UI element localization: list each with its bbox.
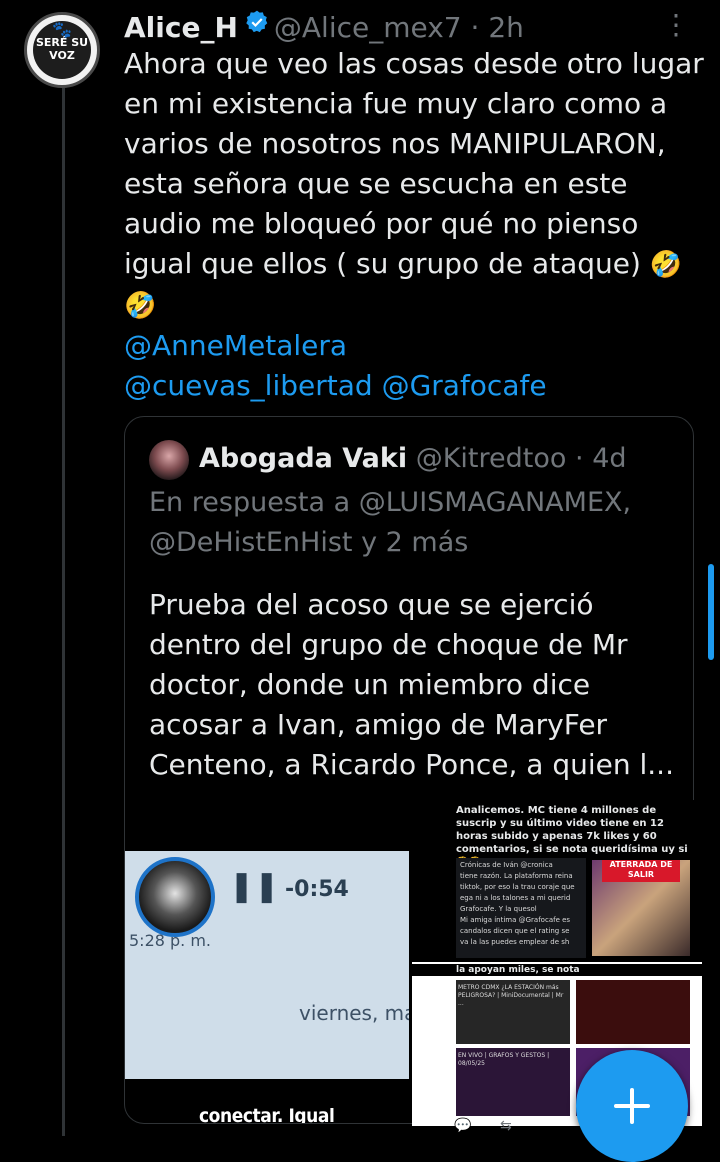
repost-icon[interactable]: ⇆ <box>500 1118 512 1134</box>
tweet-line: varios de nosotros nos MANIPULARON, <box>124 127 666 160</box>
paw-icon: 🐾 <box>52 20 72 39</box>
screenshot-card: Crónicas de Iván @cronica tiene razón. L… <box>456 858 586 958</box>
tweet-text: Ahora que veo las cosas desde otro lugar… <box>124 44 704 406</box>
screenshot-mid-text: la apoyan miles, se nota <box>412 964 702 976</box>
rolling-laughing-emoji: 🤣 <box>649 250 683 280</box>
reply-mention[interactable]: @LUISMAGANAMEX, <box>359 487 631 518</box>
message-time: 5:28 p. m. <box>129 931 212 950</box>
tweet-line: @cuevas_libertad @Grafocafe <box>124 366 704 406</box>
grid-text: METRO CDMX ¿LA ESTACIÓN más PELIGROSA? |… <box>458 984 564 1007</box>
avatar-text-1: SERÉ SU <box>35 36 89 49</box>
quote-text: Prueba del acoso que se ejerció dentro d… <box>149 585 679 785</box>
tweet-line: Ahora que veo las cosas desde otro lugar <box>124 47 704 80</box>
avatar[interactable]: 🐾 SERÉ SU VOZ <box>24 12 100 88</box>
card-line: Mi amiga íntima @Grafocafe es <box>460 916 571 924</box>
avatar-logo: 🐾 SERÉ SU VOZ <box>33 21 91 79</box>
quote-author-name[interactable]: Abogada Vaki <box>199 443 407 474</box>
quote-line: dentro del grupo de choque de Mr <box>149 628 628 661</box>
card-line: ega ni a los talones a mi querid <box>460 894 571 902</box>
tweet-line: igual que ellos ( su grupo de ataque) 🤣 <box>124 244 704 285</box>
tweet-line: en mi existencia fue muy claro como a <box>124 87 668 120</box>
quote-avatar[interactable] <box>149 439 189 480</box>
reply-icon[interactable]: 💬 <box>454 1118 471 1134</box>
author-name[interactable]: Alice_H <box>124 11 238 44</box>
card-line: candalos dicen que el rating se <box>460 927 570 935</box>
reply-mention[interactable]: @DeHistEnHist <box>149 527 353 558</box>
scrollbar[interactable] <box>708 564 714 660</box>
rolling-laughing-emoji: 🤣 <box>124 291 157 321</box>
thread-line <box>62 84 65 1136</box>
card-line: Crónicas de Iván @cronica <box>460 861 553 869</box>
plus-bar <box>630 1088 634 1124</box>
reply-more[interactable]: y 2 más <box>361 527 468 558</box>
screenshot-top: Analicemos. MC tiene 4 millones de suscr… <box>412 800 702 962</box>
more-options-icon[interactable]: ⋮ <box>662 8 690 42</box>
pause-icon: ❚❚ <box>229 869 280 904</box>
quote-timestamp[interactable]: 4d <box>592 443 626 474</box>
card-line: va la las puedes emplear de sh <box>460 938 570 946</box>
tweet-line: 🤣 <box>124 285 704 326</box>
tweet-line: @AnneMetalera <box>124 326 704 366</box>
quote-author-handle[interactable]: @Kitredtoo <box>416 443 567 474</box>
tweet-header: Alice_H @Alice_mex7 · 2h <box>124 4 700 48</box>
mention-link[interactable]: @Grafocafe <box>382 369 547 402</box>
tweet-line: audio me bloqueó por qué no pienso <box>124 207 639 240</box>
compose-plus-icon[interactable] <box>576 1050 688 1162</box>
video-caption: conectar. Igual <box>199 1105 335 1124</box>
separator: · <box>575 443 584 474</box>
quote-line: Prueba del acoso que se ejerció <box>149 588 594 621</box>
verified-badge-icon <box>244 4 270 48</box>
reply-context: En respuesta a @LUISMAGANAMEX, @DeHistEn… <box>149 483 669 563</box>
grid-thumb: METRO CDMX ¿LA ESTACIÓN más PELIGROSA? |… <box>456 980 570 1044</box>
tweet-line: esta señora que se escucha en este <box>124 167 628 200</box>
audio-screenshot-media[interactable]: ❚❚ -0:54 5:28 p. m. viernes, ma <box>125 851 409 1079</box>
quote-header: Abogada Vaki @Kitredtoo · 4d <box>149 439 627 480</box>
grid-text: EN VIVO | GRAFOS Y GESTOS | 08/05/25 <box>458 1052 550 1067</box>
audio-duration: -0:54 <box>285 877 349 902</box>
date-label: viernes, ma <box>299 1001 409 1025</box>
quote-line: Centeno, a Ricardo Ponce, a quien l... <box>149 748 674 781</box>
reply-prefix: En respuesta a <box>149 487 351 518</box>
mention-link[interactable]: @AnneMetalera <box>124 329 347 362</box>
voice-message-avatar <box>135 857 215 937</box>
author-handle[interactable]: @Alice_mex7 <box>274 11 462 44</box>
avatar-text-2: VOZ <box>49 49 75 62</box>
timestamp[interactable]: 2h <box>488 11 524 44</box>
grid-thumb: EN VIVO | GRAFOS Y GESTOS | 08/05/25 <box>456 1048 570 1116</box>
quote-line: doctor, donde un miembro dice <box>149 668 591 701</box>
grid-thumb <box>576 980 690 1044</box>
mention-link[interactable]: @cuevas_libertad <box>124 369 373 402</box>
card-line: tiene razón. La plataforma reina <box>460 872 573 880</box>
card-line: Grafocafe. Y la quesol <box>460 905 537 913</box>
quote-line: acosar a Ivan, amigo de MaryFer <box>149 708 608 741</box>
tweet-line-text: igual que ellos ( su grupo de ataque) <box>124 247 641 280</box>
card-line: tiktok, por eso la trau coraje que <box>460 883 575 891</box>
separator: · <box>470 11 480 44</box>
screenshot-tag: ATERRADA DE SALIR <box>602 860 680 882</box>
